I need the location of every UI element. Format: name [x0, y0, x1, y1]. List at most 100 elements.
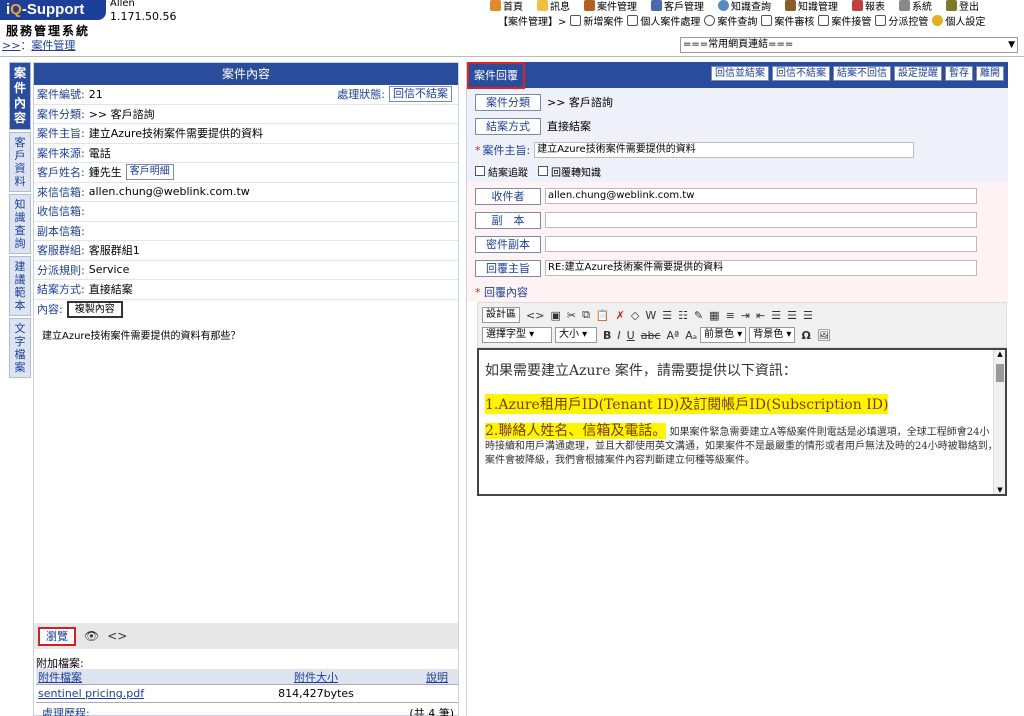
- unordered-list-icon[interactable]: ☷: [678, 309, 688, 322]
- menu-messages[interactable]: 訊息: [537, 0, 570, 13]
- eraser-icon[interactable]: ◇: [631, 309, 639, 322]
- tab-case-reply[interactable]: 案件回覆: [467, 62, 525, 89]
- reply-close-row: 結案方式 直接結案: [475, 114, 1008, 138]
- breadcrumb-separator: ：: [20, 39, 32, 52]
- align-left-icon[interactable]: ☰: [771, 309, 781, 322]
- source-code-icon[interactable]: <>: [526, 309, 544, 322]
- reply-and-close-button[interactable]: 回信並結案: [711, 66, 769, 81]
- vtab-case-content[interactable]: 案件內容: [9, 62, 31, 130]
- case-category: >> 客戶諮詢: [88, 107, 155, 121]
- recipient-input[interactable]: allen.chung@weblink.com.tw: [545, 188, 977, 204]
- reply-editor[interactable]: 如果需要建立Azure 案件，請需要提供以下資訊： 1.Azure租用戶ID(T…: [477, 348, 1007, 496]
- leave-button[interactable]: 離開: [976, 66, 1004, 81]
- italic-icon[interactable]: I: [617, 329, 620, 342]
- eye-icon[interactable]: 👁: [84, 629, 99, 643]
- align-center-icon[interactable]: ☰: [787, 309, 797, 322]
- reply-not-close-button[interactable]: 回信不結案: [772, 66, 830, 81]
- foreground-color-select[interactable]: 前景色 ▾: [700, 327, 747, 343]
- cut-icon[interactable]: ✂: [567, 309, 576, 322]
- menu-home[interactable]: 首頁: [490, 0, 523, 13]
- sub-menu-case-review[interactable]: 案件審核: [761, 13, 814, 28]
- reply-subject-button[interactable]: 回覆主旨: [475, 259, 541, 277]
- cc-input[interactable]: [545, 212, 977, 228]
- bold-icon[interactable]: B: [603, 329, 611, 342]
- attachment-file-link[interactable]: sentinel pricing.pdf: [36, 687, 256, 700]
- vtab-knowledge-search[interactable]: 知識查詢: [9, 194, 31, 254]
- omega-icon[interactable]: Ω: [801, 329, 810, 342]
- table-icon[interactable]: ▦: [709, 309, 719, 322]
- size-select[interactable]: 大小 ▾: [555, 327, 597, 343]
- word-icon[interactable]: W: [645, 309, 656, 322]
- reply-close-method-button[interactable]: 結案方式: [475, 117, 541, 135]
- menu-knowledge-search[interactable]: 知識查詢: [718, 0, 771, 13]
- set-reminder-button[interactable]: 設定提醒: [894, 66, 942, 81]
- align-right-icon[interactable]: ☰: [803, 309, 813, 322]
- close-tracking-checkbox[interactable]: 結案追蹤: [475, 164, 528, 179]
- vtab-customer-data[interactable]: 客戶資料: [9, 132, 31, 192]
- paste-icon[interactable]: 📋: [596, 309, 610, 322]
- vtab-suggested-template[interactable]: 建議範本: [9, 256, 31, 316]
- sub-menu-personal-settings[interactable]: 個人設定: [932, 13, 985, 28]
- font-select[interactable]: 選擇字型 ▾: [482, 327, 552, 343]
- history-label[interactable]: 處理歷程:: [42, 707, 90, 716]
- indent-icon[interactable]: ⇥: [741, 309, 750, 322]
- breadcrumb-home-link[interactable]: >>: [2, 39, 20, 52]
- ordered-list-icon[interactable]: ☰: [662, 309, 672, 322]
- col-note[interactable]: 說明: [376, 669, 458, 685]
- editor-line-2: 1.Azure租用戶ID(Tenant ID)及訂閱帳戶ID(Subscript…: [485, 394, 889, 414]
- col-size[interactable]: 附件大小: [256, 669, 376, 685]
- common-links-select[interactable]: ===常用網頁連結=== ▼: [680, 37, 1018, 53]
- status-badge[interactable]: 回信不結案: [389, 86, 452, 102]
- pen-icon[interactable]: ✎: [694, 309, 703, 322]
- sub-menu-case-takeover[interactable]: 案件接管: [818, 13, 871, 28]
- person-icon: [627, 15, 639, 26]
- delete-icon[interactable]: ✗: [616, 309, 625, 322]
- scroll-up-icon[interactable]: ▲: [994, 350, 1005, 358]
- logo[interactable]: iQ-Support: [0, 0, 106, 20]
- sub-menu-case-query[interactable]: 案件查詢: [704, 13, 757, 28]
- browse-button[interactable]: 瀏覽: [38, 626, 76, 646]
- menu-logout[interactable]: 登出: [946, 0, 979, 13]
- background-color-select[interactable]: 背景色 ▾: [749, 327, 796, 343]
- menu-customer-management[interactable]: 客戶管理: [651, 0, 704, 13]
- copy-content-button[interactable]: 複製內容: [66, 300, 123, 318]
- outdent-icon[interactable]: ⇤: [756, 309, 765, 322]
- sub-menu-personal-case[interactable]: 個人案件處理: [627, 13, 700, 28]
- subscript-icon[interactable]: Aₐ: [685, 329, 697, 342]
- close-no-reply-button[interactable]: 結案不回信: [833, 66, 891, 81]
- design-area-button[interactable]: 設計區: [482, 307, 520, 323]
- recipient-button[interactable]: 收件者: [475, 187, 541, 205]
- menu-reports[interactable]: 報表: [852, 0, 885, 13]
- breadcrumb-current[interactable]: 案件管理: [31, 39, 75, 52]
- strikethrough-line-icon[interactable]: ≡: [726, 309, 735, 322]
- sub-menu-dispatch[interactable]: 分派控管: [875, 13, 928, 28]
- save-draft-button[interactable]: 暫存: [945, 66, 973, 81]
- reply-subject-input[interactable]: RE:建立Azure技術案件需要提供的資料: [545, 260, 977, 276]
- vtab-text-file[interactable]: 文字檔案: [9, 318, 31, 378]
- underline-icon[interactable]: U: [627, 329, 635, 342]
- template-icon[interactable]: ▣: [550, 309, 560, 322]
- sub-menu-new-case[interactable]: 新增案件: [570, 13, 623, 28]
- cc-button[interactable]: 副 本: [475, 211, 541, 229]
- from-email: allen.chung@weblink.com.tw: [88, 185, 250, 199]
- vtab-char: 識: [14, 211, 26, 224]
- reply-to-knowledge-checkbox[interactable]: 回覆轉知識: [538, 164, 601, 179]
- editor-scrollbar[interactable]: ▲ ▼: [993, 350, 1005, 494]
- scroll-thumb[interactable]: [996, 364, 1004, 382]
- bcc-input[interactable]: [545, 236, 977, 252]
- menu-case-management[interactable]: 案件管理: [584, 0, 637, 13]
- case-subject-input[interactable]: 建立Azure技術案件需要提供的資料: [534, 142, 915, 158]
- bcc-button[interactable]: 密件副本: [475, 235, 541, 253]
- col-file[interactable]: 附件檔案: [36, 669, 256, 685]
- image-icon[interactable]: 🖼: [817, 329, 831, 342]
- scroll-down-icon[interactable]: ▼: [994, 486, 1005, 494]
- menu-system[interactable]: 系統: [899, 0, 932, 13]
- menu-knowledge-management[interactable]: 知識管理: [785, 0, 838, 13]
- superscript-icon[interactable]: Aª: [666, 329, 679, 342]
- strikethrough-icon[interactable]: abc: [641, 329, 661, 342]
- copy-icon[interactable]: ⧉: [582, 308, 590, 322]
- search-icon: [718, 0, 729, 11]
- customer-detail-button[interactable]: 客戶明細: [125, 164, 174, 181]
- code-icon[interactable]: <>: [107, 629, 127, 643]
- reply-category-button[interactable]: 案件分類: [475, 93, 541, 111]
